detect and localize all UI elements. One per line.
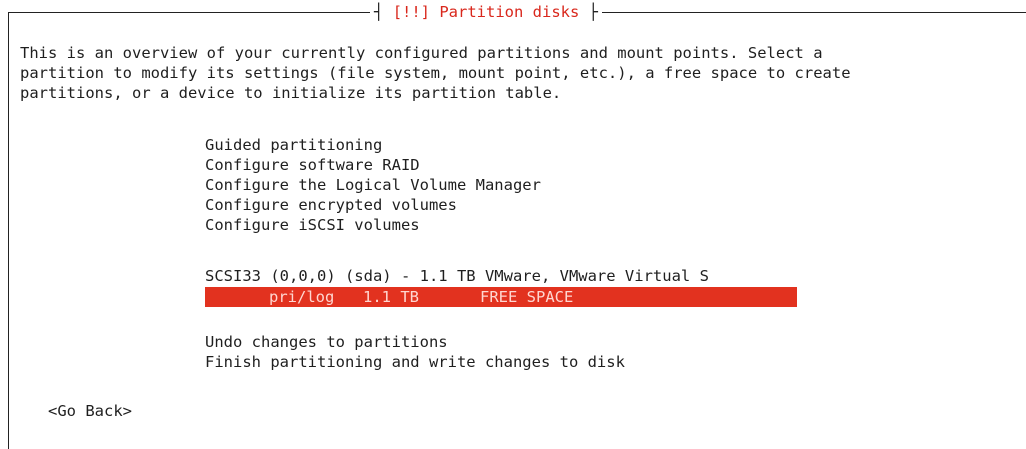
disk-device-item[interactable]: SCSI33 (0,0,0) (sda) - 1.1 TB VMware, VM…	[205, 266, 709, 286]
intro-line-3: partitions, or a device to initialize it…	[20, 84, 562, 102]
title-left-tick: ┤	[374, 3, 384, 21]
menu-item-finish-partitioning[interactable]: Finish partitioning and write changes to…	[205, 352, 625, 372]
menu-item-configure-software-raid[interactable]: Configure software RAID	[205, 155, 420, 175]
menu-item-configure-iscsi-volumes[interactable]: Configure iSCSI volumes	[205, 215, 420, 235]
menu-item-undo-changes[interactable]: Undo changes to partitions	[205, 332, 448, 352]
menu-item-configure-encrypted-volumes[interactable]: Configure encrypted volumes	[205, 195, 457, 215]
dialog-frame-left	[8, 12, 9, 449]
menu-item-guided-partitioning[interactable]: Guided partitioning	[205, 135, 382, 155]
partition-size: 1.1 TB	[363, 288, 419, 306]
dialog-title-wrapper: ┤ [!!] Partition disks ├	[370, 3, 603, 21]
intro-line-2: partition to modify its settings (file s…	[20, 64, 851, 82]
go-back-button[interactable]: <Go Back>	[48, 401, 132, 421]
dialog-title: [!!] Partition disks	[392, 3, 580, 21]
partition-label: FREE SPACE	[480, 288, 574, 306]
installer-screen: ┤ [!!] Partition disks ├ This is an over…	[0, 0, 1026, 449]
title-right-tick: ├	[588, 3, 599, 21]
selected-free-space-row[interactable]: pri/log 1.1 TB FREE SPACE	[205, 287, 797, 307]
menu-item-configure-lvm[interactable]: Configure the Logical Volume Manager	[205, 175, 541, 195]
partition-type: pri/log	[269, 288, 335, 306]
intro-line-1: This is an overview of your currently co…	[20, 44, 823, 62]
